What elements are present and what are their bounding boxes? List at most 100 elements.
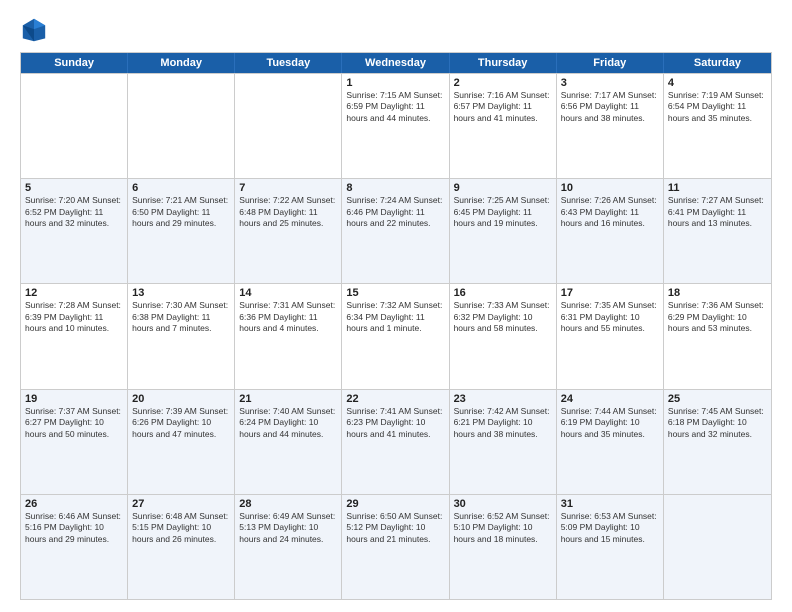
day-number: 6 xyxy=(132,182,230,194)
day-number: 25 xyxy=(668,393,767,405)
day-number: 30 xyxy=(454,498,552,510)
day-number: 22 xyxy=(346,393,444,405)
day-cell-empty-0-1 xyxy=(128,74,235,178)
day-info: Sunrise: 7:32 AM Sunset: 6:34 PM Dayligh… xyxy=(346,300,444,334)
weekday-header-sunday: Sunday xyxy=(21,53,128,73)
day-cell-17: 17Sunrise: 7:35 AM Sunset: 6:31 PM Dayli… xyxy=(557,284,664,388)
day-number: 15 xyxy=(346,287,444,299)
day-number: 11 xyxy=(668,182,767,194)
day-info: Sunrise: 7:25 AM Sunset: 6:45 PM Dayligh… xyxy=(454,195,552,229)
day-info: Sunrise: 7:35 AM Sunset: 6:31 PM Dayligh… xyxy=(561,300,659,334)
day-number: 9 xyxy=(454,182,552,194)
day-info: Sunrise: 6:46 AM Sunset: 5:16 PM Dayligh… xyxy=(25,511,123,545)
day-info: Sunrise: 7:17 AM Sunset: 6:56 PM Dayligh… xyxy=(561,90,659,124)
day-info: Sunrise: 7:16 AM Sunset: 6:57 PM Dayligh… xyxy=(454,90,552,124)
day-info: Sunrise: 7:19 AM Sunset: 6:54 PM Dayligh… xyxy=(668,90,767,124)
day-info: Sunrise: 7:31 AM Sunset: 6:36 PM Dayligh… xyxy=(239,300,337,334)
day-cell-empty-0-0 xyxy=(21,74,128,178)
day-info: Sunrise: 7:22 AM Sunset: 6:48 PM Dayligh… xyxy=(239,195,337,229)
page: SundayMondayTuesdayWednesdayThursdayFrid… xyxy=(0,0,792,612)
header xyxy=(20,16,772,44)
day-info: Sunrise: 7:39 AM Sunset: 6:26 PM Dayligh… xyxy=(132,406,230,440)
day-cell-empty-4-6 xyxy=(664,495,771,599)
day-cell-3: 3Sunrise: 7:17 AM Sunset: 6:56 PM Daylig… xyxy=(557,74,664,178)
day-number: 2 xyxy=(454,77,552,89)
weekday-header-wednesday: Wednesday xyxy=(342,53,449,73)
day-cell-28: 28Sunrise: 6:49 AM Sunset: 5:13 PM Dayli… xyxy=(235,495,342,599)
day-cell-8: 8Sunrise: 7:24 AM Sunset: 6:46 PM Daylig… xyxy=(342,179,449,283)
day-cell-15: 15Sunrise: 7:32 AM Sunset: 6:34 PM Dayli… xyxy=(342,284,449,388)
day-cell-31: 31Sunrise: 6:53 AM Sunset: 5:09 PM Dayli… xyxy=(557,495,664,599)
calendar-row-4: 19Sunrise: 7:37 AM Sunset: 6:27 PM Dayli… xyxy=(21,389,771,494)
day-number: 31 xyxy=(561,498,659,510)
day-info: Sunrise: 6:53 AM Sunset: 5:09 PM Dayligh… xyxy=(561,511,659,545)
day-cell-25: 25Sunrise: 7:45 AM Sunset: 6:18 PM Dayli… xyxy=(664,390,771,494)
day-cell-18: 18Sunrise: 7:36 AM Sunset: 6:29 PM Dayli… xyxy=(664,284,771,388)
day-number: 4 xyxy=(668,77,767,89)
day-cell-21: 21Sunrise: 7:40 AM Sunset: 6:24 PM Dayli… xyxy=(235,390,342,494)
day-info: Sunrise: 7:27 AM Sunset: 6:41 PM Dayligh… xyxy=(668,195,767,229)
day-cell-9: 9Sunrise: 7:25 AM Sunset: 6:45 PM Daylig… xyxy=(450,179,557,283)
calendar-row-1: 1Sunrise: 7:15 AM Sunset: 6:59 PM Daylig… xyxy=(21,73,771,178)
day-cell-5: 5Sunrise: 7:20 AM Sunset: 6:52 PM Daylig… xyxy=(21,179,128,283)
day-cell-14: 14Sunrise: 7:31 AM Sunset: 6:36 PM Dayli… xyxy=(235,284,342,388)
day-cell-24: 24Sunrise: 7:44 AM Sunset: 6:19 PM Dayli… xyxy=(557,390,664,494)
day-number: 1 xyxy=(346,77,444,89)
calendar-header: SundayMondayTuesdayWednesdayThursdayFrid… xyxy=(21,53,771,73)
day-cell-10: 10Sunrise: 7:26 AM Sunset: 6:43 PM Dayli… xyxy=(557,179,664,283)
day-cell-30: 30Sunrise: 6:52 AM Sunset: 5:10 PM Dayli… xyxy=(450,495,557,599)
day-info: Sunrise: 7:44 AM Sunset: 6:19 PM Dayligh… xyxy=(561,406,659,440)
day-info: Sunrise: 7:37 AM Sunset: 6:27 PM Dayligh… xyxy=(25,406,123,440)
day-number: 28 xyxy=(239,498,337,510)
day-cell-22: 22Sunrise: 7:41 AM Sunset: 6:23 PM Dayli… xyxy=(342,390,449,494)
day-cell-26: 26Sunrise: 6:46 AM Sunset: 5:16 PM Dayli… xyxy=(21,495,128,599)
day-cell-27: 27Sunrise: 6:48 AM Sunset: 5:15 PM Dayli… xyxy=(128,495,235,599)
day-number: 14 xyxy=(239,287,337,299)
day-info: Sunrise: 7:36 AM Sunset: 6:29 PM Dayligh… xyxy=(668,300,767,334)
day-number: 10 xyxy=(561,182,659,194)
calendar-row-3: 12Sunrise: 7:28 AM Sunset: 6:39 PM Dayli… xyxy=(21,283,771,388)
day-number: 5 xyxy=(25,182,123,194)
calendar-row-5: 26Sunrise: 6:46 AM Sunset: 5:16 PM Dayli… xyxy=(21,494,771,599)
day-cell-23: 23Sunrise: 7:42 AM Sunset: 6:21 PM Dayli… xyxy=(450,390,557,494)
logo-icon xyxy=(20,16,48,44)
weekday-header-saturday: Saturday xyxy=(664,53,771,73)
day-cell-29: 29Sunrise: 6:50 AM Sunset: 5:12 PM Dayli… xyxy=(342,495,449,599)
day-number: 3 xyxy=(561,77,659,89)
day-number: 26 xyxy=(25,498,123,510)
day-info: Sunrise: 7:42 AM Sunset: 6:21 PM Dayligh… xyxy=(454,406,552,440)
day-info: Sunrise: 7:40 AM Sunset: 6:24 PM Dayligh… xyxy=(239,406,337,440)
day-number: 29 xyxy=(346,498,444,510)
day-info: Sunrise: 7:30 AM Sunset: 6:38 PM Dayligh… xyxy=(132,300,230,334)
day-number: 13 xyxy=(132,287,230,299)
day-number: 16 xyxy=(454,287,552,299)
day-cell-2: 2Sunrise: 7:16 AM Sunset: 6:57 PM Daylig… xyxy=(450,74,557,178)
weekday-header-thursday: Thursday xyxy=(450,53,557,73)
weekday-header-monday: Monday xyxy=(128,53,235,73)
day-number: 21 xyxy=(239,393,337,405)
day-cell-empty-0-2 xyxy=(235,74,342,178)
day-number: 18 xyxy=(668,287,767,299)
day-cell-12: 12Sunrise: 7:28 AM Sunset: 6:39 PM Dayli… xyxy=(21,284,128,388)
day-cell-11: 11Sunrise: 7:27 AM Sunset: 6:41 PM Dayli… xyxy=(664,179,771,283)
day-info: Sunrise: 7:41 AM Sunset: 6:23 PM Dayligh… xyxy=(346,406,444,440)
day-number: 23 xyxy=(454,393,552,405)
day-cell-6: 6Sunrise: 7:21 AM Sunset: 6:50 PM Daylig… xyxy=(128,179,235,283)
day-info: Sunrise: 7:28 AM Sunset: 6:39 PM Dayligh… xyxy=(25,300,123,334)
day-info: Sunrise: 6:49 AM Sunset: 5:13 PM Dayligh… xyxy=(239,511,337,545)
day-cell-16: 16Sunrise: 7:33 AM Sunset: 6:32 PM Dayli… xyxy=(450,284,557,388)
day-info: Sunrise: 7:33 AM Sunset: 6:32 PM Dayligh… xyxy=(454,300,552,334)
day-info: Sunrise: 6:52 AM Sunset: 5:10 PM Dayligh… xyxy=(454,511,552,545)
day-number: 20 xyxy=(132,393,230,405)
day-number: 17 xyxy=(561,287,659,299)
day-number: 24 xyxy=(561,393,659,405)
day-cell-7: 7Sunrise: 7:22 AM Sunset: 6:48 PM Daylig… xyxy=(235,179,342,283)
weekday-header-friday: Friday xyxy=(557,53,664,73)
day-info: Sunrise: 7:24 AM Sunset: 6:46 PM Dayligh… xyxy=(346,195,444,229)
day-info: Sunrise: 6:48 AM Sunset: 5:15 PM Dayligh… xyxy=(132,511,230,545)
day-number: 7 xyxy=(239,182,337,194)
day-number: 27 xyxy=(132,498,230,510)
day-info: Sunrise: 7:26 AM Sunset: 6:43 PM Dayligh… xyxy=(561,195,659,229)
day-cell-1: 1Sunrise: 7:15 AM Sunset: 6:59 PM Daylig… xyxy=(342,74,449,178)
day-info: Sunrise: 7:20 AM Sunset: 6:52 PM Dayligh… xyxy=(25,195,123,229)
